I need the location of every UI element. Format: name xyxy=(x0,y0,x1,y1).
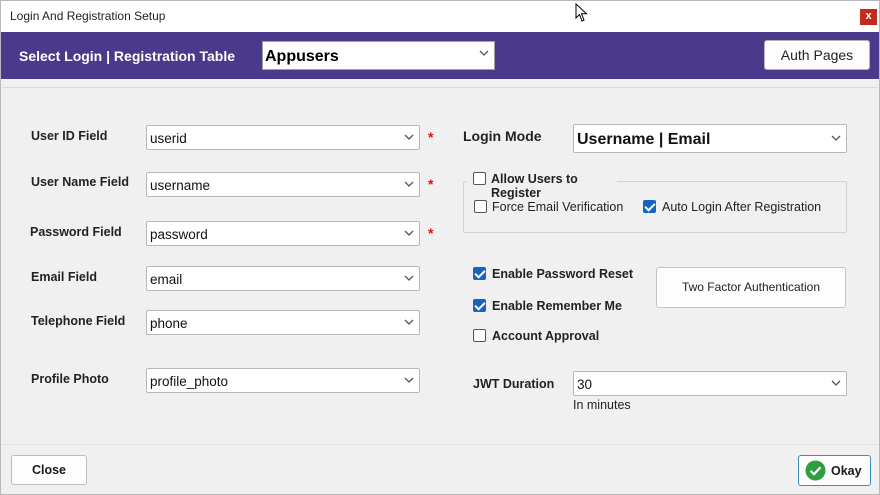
two-factor-button[interactable]: Two Factor Authentication xyxy=(656,267,846,308)
okay-label: Okay xyxy=(831,464,862,478)
chevron-down-icon xyxy=(404,230,414,236)
user-id-label: User ID Field xyxy=(31,129,108,143)
table-select-dropdown[interactable]: Appusers xyxy=(262,41,495,70)
required-marker: * xyxy=(428,225,434,241)
remember-me-checkbox[interactable] xyxy=(473,299,486,312)
login-mode-dropdown[interactable]: Username | Email xyxy=(573,124,847,153)
chevron-down-icon xyxy=(831,135,841,141)
chevron-down-icon xyxy=(831,380,841,386)
auto-login-checkbox[interactable] xyxy=(643,200,656,213)
profile-photo-label: Profile Photo xyxy=(31,372,109,386)
table-select-label: Select Login | Registration Table xyxy=(19,48,236,64)
title-bar: Login And Registration Setup x xyxy=(1,1,879,32)
jwt-duration-value: 30 xyxy=(577,377,593,392)
chevron-down-icon xyxy=(404,134,414,140)
setup-dialog: Login And Registration Setup x Select Lo… xyxy=(0,0,880,495)
chevron-down-icon xyxy=(404,181,414,187)
telephone-dropdown[interactable]: phone xyxy=(146,310,420,335)
allow-register-checkbox[interactable] xyxy=(473,172,486,185)
table-select-value: Appusers xyxy=(265,48,339,65)
required-marker: * xyxy=(428,176,434,192)
allow-register-label: Allow Users to Register xyxy=(491,172,578,200)
auto-login-label: Auto Login After Registration xyxy=(662,200,822,214)
password-dropdown[interactable]: password xyxy=(146,221,420,246)
window-title: Login And Registration Setup xyxy=(10,9,166,23)
jwt-duration-hint: In minutes xyxy=(573,398,631,412)
password-label: Password Field xyxy=(30,225,122,239)
auth-pages-button[interactable]: Auth Pages xyxy=(764,40,870,70)
password-value: password xyxy=(150,227,208,242)
account-approval-checkbox[interactable] xyxy=(473,329,486,342)
remember-me-label: Enable Remember Me xyxy=(492,299,622,313)
account-approval-label: Account Approval xyxy=(492,329,600,343)
user-name-dropdown[interactable]: username xyxy=(146,172,420,197)
chevron-down-icon xyxy=(404,275,414,281)
close-window-button[interactable]: x xyxy=(860,9,877,25)
login-mode-value: Username | Email xyxy=(577,131,711,148)
okay-button[interactable]: Okay xyxy=(798,455,871,486)
required-marker: * xyxy=(428,129,434,145)
telephone-label: Telephone Field xyxy=(31,314,126,328)
email-value: email xyxy=(150,272,183,287)
login-mode-label: Login Mode xyxy=(463,128,542,144)
password-reset-label: Enable Password Reset xyxy=(492,267,634,281)
close-button[interactable]: Close xyxy=(11,455,87,485)
user-name-label: User Name Field xyxy=(31,175,129,189)
profile-photo-value: profile_photo xyxy=(150,374,229,389)
chevron-down-icon xyxy=(479,50,489,56)
chevron-down-icon xyxy=(404,319,414,325)
user-id-value: userid xyxy=(150,131,187,146)
email-dropdown[interactable]: email xyxy=(146,266,420,291)
group-header: Allow Users to Register xyxy=(467,172,617,200)
telephone-value: phone xyxy=(150,316,188,331)
user-id-dropdown[interactable]: userid xyxy=(146,125,420,150)
chevron-down-icon xyxy=(404,377,414,383)
jwt-duration-label: JWT Duration xyxy=(473,377,555,391)
user-name-value: username xyxy=(150,178,211,193)
table-selection-header: Select Login | Registration Table Appuse… xyxy=(1,32,879,79)
password-reset-checkbox[interactable] xyxy=(473,267,486,280)
footer-divider xyxy=(2,444,878,445)
check-circle-icon xyxy=(805,460,826,481)
email-label: Email Field xyxy=(31,270,97,284)
profile-photo-dropdown[interactable]: profile_photo xyxy=(146,368,420,393)
force-email-checkbox[interactable] xyxy=(474,200,487,213)
mouse-cursor-icon xyxy=(575,3,588,22)
force-email-label: Force Email Verification xyxy=(492,200,624,214)
jwt-duration-dropdown[interactable]: 30 xyxy=(573,371,847,396)
